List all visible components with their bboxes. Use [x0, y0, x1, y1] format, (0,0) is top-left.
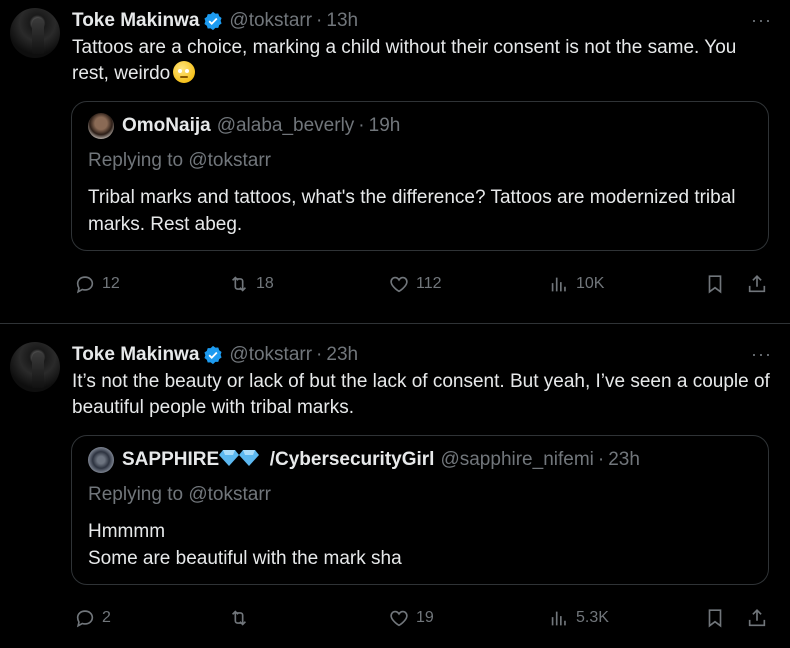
view-count: 10K — [576, 275, 605, 292]
verified-badge-icon — [203, 345, 223, 365]
author-avatar[interactable] — [10, 8, 60, 58]
tweet-header: Toke Makinwa @tokstarr · 23h — [72, 342, 774, 368]
views-button[interactable]: 5.3K — [548, 607, 609, 629]
tweet[interactable]: Toke Makinwa @tokstarr · 23h ··· It’s no… — [0, 324, 790, 648]
tweet-actions: 2 19 5.3K — [72, 603, 774, 633]
reply-count: 2 — [102, 609, 111, 626]
analytics-icon — [551, 277, 566, 292]
analytics-icon — [551, 611, 566, 626]
author-name[interactable]: Toke Makinwa — [72, 10, 199, 32]
author-handle[interactable]: @tokstarr — [229, 344, 312, 366]
reply-button[interactable]: 2 — [74, 607, 111, 629]
separator-dot: · — [597, 449, 605, 470]
gem-icon — [239, 450, 260, 466]
quote-author-avatar — [88, 447, 114, 473]
heart-icon — [390, 610, 408, 627]
quote-author-name: OmoNaija — [122, 115, 211, 136]
quote-text: Tribal marks and tattoos, what's the dif… — [88, 187, 736, 235]
repost-button[interactable] — [228, 607, 256, 629]
more-options-icon[interactable]: ··· — [751, 344, 772, 365]
tweet-text: It’s not the beauty or lack of but the l… — [72, 371, 770, 418]
tweet-header: Toke Makinwa @tokstarr · 13h — [72, 8, 774, 34]
views-button[interactable]: 10K — [548, 273, 604, 295]
quote-author-name-part1: SAPPHIRE — [122, 449, 220, 470]
bookmark-button[interactable] — [704, 273, 726, 295]
like-count: 19 — [416, 609, 434, 626]
replying-to: Replying to @tokstarr — [88, 484, 271, 505]
gem-icon — [219, 450, 240, 466]
author-handle[interactable]: @tokstarr — [229, 10, 312, 32]
quote-text-line: Some are beautiful with the mark sha — [88, 548, 402, 569]
separator-dot: · — [358, 115, 365, 136]
separator-dot: · — [316, 10, 323, 31]
quote-author-avatar — [88, 113, 114, 139]
tweet-text-content: Tattoos are a choice, marking a child wi… — [72, 37, 737, 84]
quote-author-name: SAPPHIRE /CybersecurityGirl — [122, 449, 434, 471]
repost-button[interactable]: 18 — [228, 273, 274, 295]
verified-badge-icon — [203, 11, 223, 31]
more-options-icon[interactable]: ··· — [751, 10, 772, 31]
quoted-tweet[interactable]: OmoNaija @alaba_beverly · 19h Replying t… — [71, 101, 769, 251]
repost-icon — [231, 610, 247, 626]
bookmark-icon — [708, 275, 722, 294]
share-button[interactable] — [746, 273, 768, 295]
quote-author-name-part2: /CybersecurityGirl — [269, 449, 435, 470]
quote-author-handle: @sapphire_nifemi — [440, 449, 594, 470]
separator-dot: · — [316, 344, 323, 365]
reply-count: 12 — [102, 275, 120, 292]
author-name[interactable]: Toke Makinwa — [72, 344, 199, 366]
quote-text: Hmmmm Some are beautiful with the mark s… — [88, 518, 752, 572]
tweet-timestamp[interactable]: 23h — [326, 344, 358, 366]
quoted-tweet[interactable]: SAPPHIRE /CybersecurityGirl @sapphire_ni… — [71, 435, 769, 585]
like-button[interactable]: 112 — [388, 273, 442, 295]
quote-author-handle: @alaba_beverly — [216, 115, 355, 136]
tweet-timestamp[interactable]: 13h — [326, 10, 358, 32]
reply-icon — [76, 276, 94, 294]
quote-timestamp: 19h — [368, 115, 401, 136]
quote-text-line: Hmmmm — [88, 521, 166, 542]
share-button[interactable] — [746, 607, 768, 629]
quote-header: SAPPHIRE /CybersecurityGirl @sapphire_ni… — [88, 446, 752, 474]
replying-to: Replying to @tokstarr — [88, 150, 271, 171]
share-icon — [748, 609, 766, 627]
tweet-text: Tattoos are a choice, marking a child wi… — [72, 35, 774, 87]
repost-icon — [231, 276, 247, 292]
repost-count: 18 — [256, 275, 274, 292]
tweet[interactable]: Toke Makinwa @tokstarr · 13h ··· Tattoos… — [0, 0, 790, 324]
quote-header: OmoNaija @alaba_beverly · 19h — [88, 112, 752, 140]
reply-button[interactable]: 12 — [74, 273, 120, 295]
view-count: 5.3K — [576, 609, 609, 626]
reply-icon — [76, 610, 94, 628]
bookmark-button[interactable] — [704, 607, 726, 629]
bookmark-icon — [708, 609, 722, 628]
like-count: 112 — [416, 275, 442, 292]
author-avatar[interactable] — [10, 342, 60, 392]
heart-icon — [390, 276, 408, 293]
like-button[interactable]: 19 — [388, 607, 434, 629]
quote-timestamp: 23h — [608, 449, 640, 470]
share-icon — [748, 275, 766, 293]
eye-roll-emoji-icon — [173, 61, 196, 83]
tweet-actions: 12 18 112 10K — [72, 269, 774, 299]
